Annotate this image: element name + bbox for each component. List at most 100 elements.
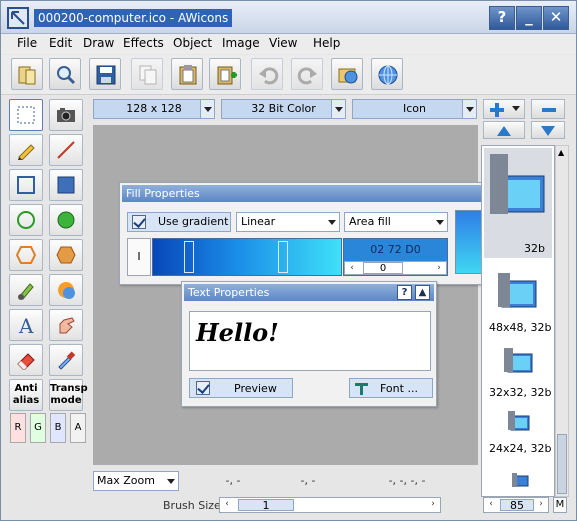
channel-a[interactable]: A [70, 413, 86, 443]
filled-ellipse-tool-icon[interactable] [49, 204, 83, 236]
paste-icon[interactable] [171, 58, 203, 90]
camera-tool-icon[interactable] [49, 99, 83, 131]
color-depth-select[interactable]: 32 Bit Color [221, 99, 346, 119]
menu-edit[interactable]: Edit [49, 36, 72, 50]
minimize-button[interactable]: _ [516, 6, 542, 30]
redo-icon[interactable] [291, 58, 323, 90]
format-list-scrollbar[interactable]: ▲ [555, 145, 569, 497]
paste-new-icon[interactable] [209, 58, 241, 90]
antialias-toggle[interactable]: Anti alias [9, 379, 43, 411]
select-tool-icon[interactable] [9, 99, 43, 131]
text-properties-panel: Text Properties ? ▲ Hello! Preview Font … [181, 281, 437, 407]
brush-size-slider[interactable]: ‹ 1 › [219, 497, 441, 513]
use-gradient-checkbox[interactable]: Use gradient [127, 212, 231, 232]
format-select[interactable]: Icon [352, 99, 477, 119]
scroll-right-icon[interactable]: › [534, 498, 548, 512]
menu-file[interactable]: File [17, 36, 37, 50]
zoom-icon[interactable] [49, 58, 81, 90]
transp-line2: mode [50, 395, 82, 406]
folder-globe-icon[interactable] [331, 58, 363, 90]
size-value: 128 x 128 [126, 102, 182, 115]
format-label: 32x32, 32b [489, 386, 552, 399]
filled-rectangle-tool-icon[interactable] [49, 169, 83, 201]
gradient-type-value: Linear [241, 215, 276, 228]
format-label: 48x48, 32b [489, 321, 552, 334]
menu-help[interactable]: Help [313, 36, 340, 50]
use-gradient-label: Use gradient [158, 215, 229, 228]
app-icon [7, 7, 29, 29]
polygon-tool-icon[interactable] [9, 239, 43, 271]
chevron-down-icon [433, 213, 447, 231]
close-button[interactable]: ✕ [543, 6, 569, 30]
fill-panel-title-text: Fill Properties [126, 187, 200, 200]
menu-draw[interactable]: Draw [83, 36, 114, 50]
copy-icon[interactable] [131, 58, 163, 90]
text-sample-box[interactable]: Hello! [189, 311, 431, 371]
computer-icon [508, 411, 530, 431]
web-icon[interactable] [371, 58, 403, 90]
fill-tool-icon[interactable] [49, 274, 83, 306]
preview-size-slider[interactable]: ‹ 85 › [483, 497, 549, 513]
menu-effects[interactable]: Effects [123, 36, 164, 50]
help-title-button[interactable]: ? [489, 6, 515, 30]
filled-polygon-tool-icon[interactable] [49, 239, 83, 271]
text-help-icon[interactable]: ? [397, 285, 412, 300]
preview-checkbox[interactable]: Preview [189, 378, 293, 398]
size-select[interactable]: 128 x 128 [93, 99, 215, 119]
gradient-handle-right[interactable] [278, 241, 288, 273]
pencil-tool-icon[interactable] [9, 134, 43, 166]
channel-g[interactable]: G [30, 413, 46, 443]
eraser-tool-icon[interactable] [9, 344, 43, 376]
remove-format-button[interactable] [531, 99, 565, 119]
menu-image[interactable]: Image [222, 36, 260, 50]
text-tool-icon[interactable]: A [9, 309, 43, 341]
eyedropper-tool-icon[interactable] [49, 344, 83, 376]
menu-bar: File Edit Draw Effects Object Image View… [1, 34, 576, 54]
arrow-down-icon [541, 126, 555, 136]
ellipse-tool-icon[interactable] [9, 204, 43, 236]
channel-b[interactable]: B [50, 413, 66, 443]
channel-r[interactable]: R [10, 413, 26, 443]
position-scrollbar[interactable]: ‹ 0 › [344, 261, 447, 275]
menu-view[interactable]: View [269, 36, 297, 50]
font-label: Font ... [380, 382, 418, 395]
computer-icon [512, 473, 529, 487]
gradient-start-marker[interactable]: I [127, 238, 151, 276]
format-item[interactable]: 32x32, 32b [484, 346, 552, 406]
main-toolbar [1, 55, 576, 95]
hand-tool-icon[interactable] [49, 309, 83, 341]
fill-area-select[interactable]: Area fill [344, 212, 448, 232]
scroll-left-icon[interactable]: ‹ [220, 498, 234, 512]
zoom-select[interactable]: Max Zoom [93, 471, 179, 491]
preview-label: Preview [234, 382, 277, 395]
text-pin-icon[interactable]: ▲ [415, 285, 430, 300]
transparency-mode-toggle[interactable]: Transp mode [49, 379, 88, 411]
save-icon[interactable] [89, 58, 121, 90]
format-item[interactable]: 24x24, 32b [484, 408, 552, 464]
format-item-selected[interactable]: 32b [484, 148, 552, 258]
undo-icon[interactable] [251, 58, 283, 90]
open-icon[interactable] [11, 58, 43, 90]
line-tool-icon[interactable] [49, 134, 83, 166]
move-up-button[interactable] [483, 121, 525, 139]
brush-tool-icon[interactable] [9, 274, 43, 306]
scroll-left-icon[interactable]: ‹ [345, 262, 359, 274]
gradient-type-select[interactable]: Linear [236, 212, 340, 232]
scroll-left-icon[interactable]: ‹ [484, 498, 498, 512]
format-item[interactable] [484, 470, 552, 496]
cursor-coord: -, - [225, 474, 241, 487]
scroll-thumb[interactable] [557, 434, 567, 494]
menu-object[interactable]: Object [173, 36, 212, 50]
scroll-right-icon[interactable]: › [432, 262, 446, 274]
add-format-button[interactable] [483, 99, 525, 119]
gradient-handle-left[interactable] [184, 241, 194, 273]
gradient-bar[interactable] [152, 238, 342, 276]
font-button[interactable]: Font ... [349, 378, 433, 398]
mask-toggle[interactable]: M [553, 497, 567, 513]
rectangle-tool-icon[interactable] [9, 169, 43, 201]
scroll-right-icon[interactable]: › [426, 498, 440, 512]
arrow-up-icon [497, 126, 511, 136]
move-down-button[interactable] [531, 121, 565, 139]
format-item[interactable]: 48x48, 32b [484, 271, 552, 341]
scroll-up-icon[interactable]: ▲ [558, 148, 564, 157]
